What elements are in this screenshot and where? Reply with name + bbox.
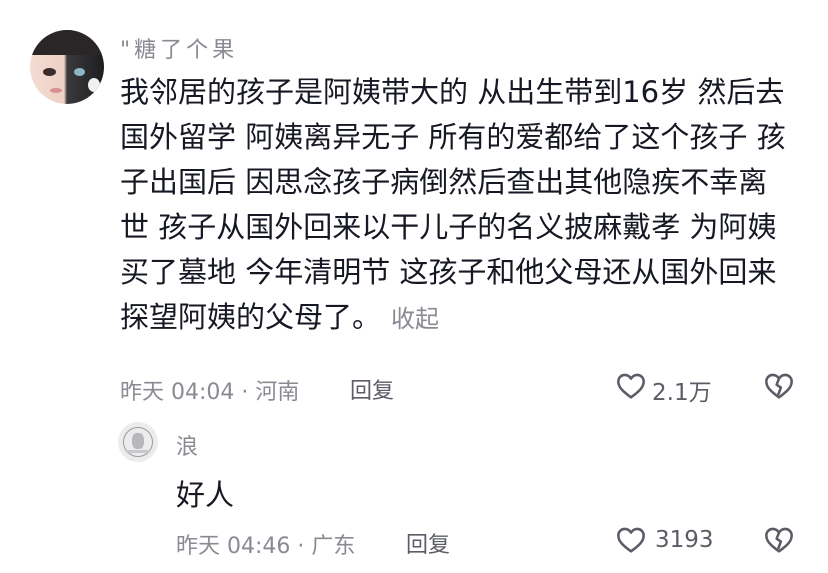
comment-line: 探望阿姨的父母了。 xyxy=(120,300,382,334)
avatar-eye-left xyxy=(43,68,56,76)
comment-dislike-button[interactable] xyxy=(762,370,796,406)
comment-line: 我邻居的孩子是阿姨带大的 从出生带到16岁 然后去 xyxy=(120,75,785,109)
comment-line: 子出国后 因思念孩子病倒然后查出其他隐疾不幸离 xyxy=(120,165,768,199)
reply-timestamp-location: 昨天 04:46 · 广东 xyxy=(176,534,356,559)
comment-line: 世 孩子从国外回来以干儿子的名义披麻戴孝 为阿姨 xyxy=(120,210,777,244)
comment-last-line: 探望阿姨的父母了。 收起 xyxy=(120,295,810,342)
heart-outline-icon xyxy=(617,527,645,553)
reply-dislike-button[interactable] xyxy=(762,524,796,560)
broken-heart-icon xyxy=(765,527,793,553)
avatar-eye-right xyxy=(74,68,85,76)
comment-body: 我邻居的孩子是阿姨带大的 从出生带到16岁 然后去 国外留学 阿姨离异无子 所有… xyxy=(120,70,810,342)
avatar-badge-band xyxy=(126,450,150,453)
comment-like-button[interactable] xyxy=(614,370,648,406)
collapse-link[interactable]: 收起 xyxy=(391,305,439,333)
avatar-hair xyxy=(30,30,104,56)
avatar-badge-mark xyxy=(132,433,144,449)
comment-like-count: 2.1万 xyxy=(652,380,712,406)
replier-avatar[interactable] xyxy=(118,422,158,462)
replier-username[interactable]: 浪 xyxy=(176,429,198,461)
avatar-cat-nose xyxy=(88,78,100,92)
reply-reply-button[interactable]: 回复 xyxy=(406,527,450,559)
reply-like-button[interactable] xyxy=(614,524,648,560)
broken-heart-icon xyxy=(765,373,793,399)
comment-line: 买了墓地 今年清明节 这孩子和他父母还从国外回来 xyxy=(120,255,777,289)
commenter-username[interactable]: "糖了个果 xyxy=(120,32,238,64)
comment-timestamp-location: 昨天 04:04 · 河南 xyxy=(120,380,300,405)
heart-outline-icon xyxy=(617,373,645,399)
reply-like-count: 3193 xyxy=(655,527,714,553)
avatar-lip xyxy=(50,88,62,93)
comment-line: 国外留学 阿姨离异无子 所有的爱都给了这个孩子 孩 xyxy=(120,120,786,154)
reply-body: 好人 xyxy=(176,478,235,512)
comment-reply-button[interactable]: 回复 xyxy=(350,373,394,405)
commenter-avatar[interactable] xyxy=(30,30,104,104)
